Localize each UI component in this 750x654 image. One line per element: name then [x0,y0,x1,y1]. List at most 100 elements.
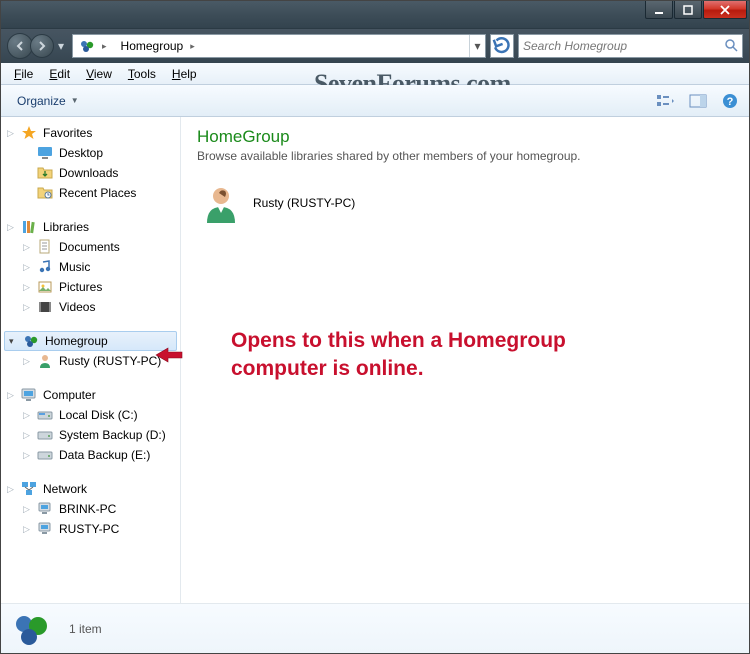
minimize-button[interactable] [645,1,673,19]
titlebar [1,1,749,29]
tree-system-backup[interactable]: ▷System Backup (D:) [1,425,180,445]
user-icon [201,183,241,223]
label: Pictures [59,280,102,294]
desktop-icon [37,145,53,161]
chevron-down-icon: ▾ [9,336,14,347]
menu-edit[interactable]: Edit [42,65,77,83]
organize-label: Organize [17,94,66,108]
network-icon [21,481,37,497]
toolbar: Organize ▼ ? [1,85,749,117]
homegroup-member[interactable]: Rusty (RUSTY-PC) [197,177,733,229]
tree-network-rusty[interactable]: ▷RUSTY-PC [1,519,180,539]
drive-icon [37,427,53,443]
homegroup-icon [23,333,39,349]
chevron-icon: ▷ [23,302,30,313]
label: Rusty (RUSTY-PC) [59,354,161,368]
menu-file[interactable]: File [7,65,40,83]
chevron-right-icon: ▸ [99,41,110,52]
homegroup-icon [79,38,95,54]
view-mode-button[interactable] [655,90,677,112]
address-bar[interactable]: ▸ Homegroup ▸ ▾ [72,34,486,58]
tree-local-disk[interactable]: ▷ Local Disk (C:) [1,405,180,425]
tree-videos[interactable]: ▷Videos [1,297,180,317]
menu-tools[interactable]: Tools [121,65,163,83]
tree-desktop[interactable]: Desktop [1,143,180,163]
user-icon [37,353,53,369]
chevron-icon: ▷ [7,390,14,401]
menubar: File Edit View Tools Help SevenForums.co… [1,63,749,85]
explorer-window: ▾ ▸ Homegroup ▸ ▾ Search Homegroup File … [0,0,750,654]
search-box[interactable]: Search Homegroup [518,34,743,58]
label: Data Backup (E:) [59,448,150,462]
label: Homegroup [45,334,108,348]
chevron-right-icon: ▸ [187,41,198,52]
label: Favorites [43,126,92,140]
chevron-icon: ▷ [7,484,14,495]
tree-pictures[interactable]: ▷Pictures [1,277,180,297]
help-button[interactable]: ? [719,90,741,112]
maximize-button[interactable] [674,1,702,19]
tree-downloads[interactable]: Downloads [1,163,180,183]
tree-computer[interactable]: ▷ Computer [1,385,180,405]
label: Network [43,482,87,496]
chevron-icon: ▷ [23,262,30,273]
body: ▷ Favorites Desktop Downloads Recent Pla… [1,117,749,603]
breadcrumb-label: Homegroup [121,39,184,53]
star-icon [21,125,37,141]
item-count: 1 item [69,622,102,636]
search-placeholder: Search Homegroup [523,39,627,53]
label: Local Disk (C:) [59,408,138,422]
label: Documents [59,240,120,254]
tree-network[interactable]: ▷ Network [1,479,180,499]
label: Downloads [59,166,118,180]
label: Music [59,260,90,274]
chevron-icon: ▷ [23,356,30,367]
tree-libraries[interactable]: ▷ Libraries [1,217,180,237]
statusbar: 1 item [1,603,749,653]
libraries-icon [21,219,37,235]
chevron-icon: ▷ [23,504,30,515]
menu-view[interactable]: View [79,65,119,83]
computer-icon [21,387,37,403]
annotation-line1: Opens to this when a Homegroup [231,329,566,352]
label: System Backup (D:) [59,428,166,442]
label: Computer [43,388,96,402]
address-dropdown[interactable]: ▾ [469,35,485,57]
history-dropdown[interactable]: ▾ [54,39,68,53]
homegroup-icon [11,609,51,649]
organize-button[interactable]: Organize ▼ [9,91,87,111]
pc-icon [37,501,53,517]
tree-homegroup-member[interactable]: ▷ Rusty (RUSTY-PC) [1,351,180,371]
chevron-icon: ▷ [23,450,30,461]
tree-documents[interactable]: ▷ Documents [1,237,180,257]
page-title: HomeGroup [197,127,733,147]
recent-icon [37,185,53,201]
chevron-icon: ▷ [7,222,14,233]
chevron-icon: ▷ [7,128,14,139]
tree-data-backup[interactable]: ▷ Data Backup (E:) [1,445,180,465]
preview-pane-button[interactable] [687,90,709,112]
breadcrumb-root[interactable]: ▸ [73,35,115,57]
content-pane: HomeGroup Browse available libraries sha… [181,117,749,603]
refresh-button[interactable] [490,34,514,58]
member-name: Rusty (RUSTY-PC) [253,196,355,210]
annotation-text: Opens to this when a Homegroup computer … [231,327,566,384]
search-icon [724,38,738,55]
tree-favorites[interactable]: ▷ Favorites [1,123,180,143]
menu-help[interactable]: Help [165,65,204,83]
svg-text:?: ? [727,96,734,108]
annotation-line2: computer is online. [231,357,424,380]
chevron-icon: ▷ [23,524,30,535]
chevron-down-icon: ▼ [71,96,79,105]
tree-homegroup[interactable]: ▾ Homegroup [4,331,177,351]
close-button[interactable] [703,1,747,19]
tree-recent-places[interactable]: Recent Places [1,183,180,203]
tree-music[interactable]: ▷ Music [1,257,180,277]
chevron-icon: ▷ [23,242,30,253]
chevron-icon: ▷ [23,410,30,421]
nav-tree: ▷ Favorites Desktop Downloads Recent Pla… [1,117,181,603]
breadcrumb-homegroup[interactable]: Homegroup ▸ [115,35,203,57]
forward-button[interactable] [30,34,54,58]
navbar: ▾ ▸ Homegroup ▸ ▾ Search Homegroup [1,29,749,63]
tree-network-brink[interactable]: ▷BRINK-PC [1,499,180,519]
